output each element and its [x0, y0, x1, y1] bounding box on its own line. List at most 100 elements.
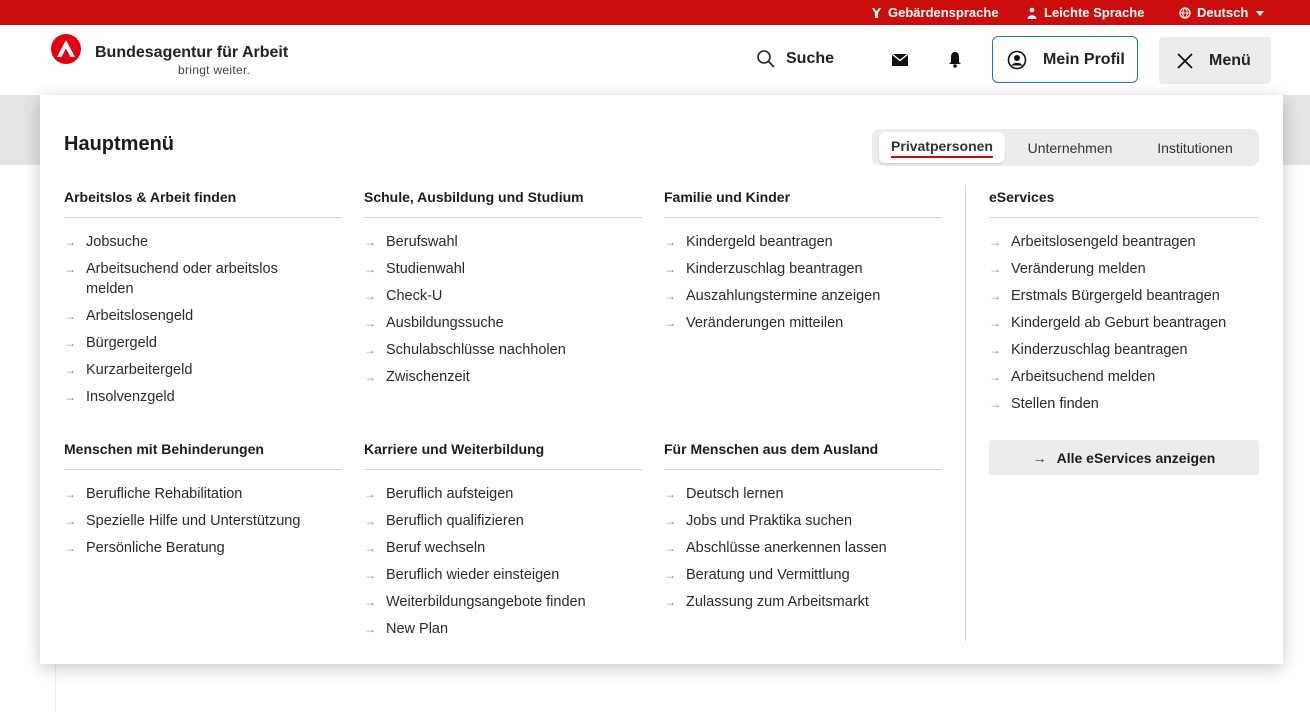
- main-menu-panel: Hauptmenü Privatpersonen Unternehmen Ins…: [40, 95, 1283, 664]
- menu-link[interactable]: → Jobs und Praktika suchen: [664, 511, 942, 531]
- arrow-right-icon: →: [364, 595, 376, 609]
- arrow-right-icon: →: [364, 514, 376, 528]
- all-eservices-button[interactable]: → Alle eServices anzeigen: [989, 440, 1259, 475]
- arrow-right-icon: →: [989, 235, 1001, 249]
- menu-link[interactable]: → Arbeitslosengeld: [64, 306, 342, 326]
- sign-language-link[interactable]: Gebärdensprache: [870, 4, 999, 21]
- eservice-link[interactable]: → Veränderung melden: [989, 259, 1259, 279]
- eservice-link[interactable]: → Stellen finden: [989, 394, 1259, 414]
- close-icon: [1177, 52, 1193, 69]
- arrow-right-icon: →: [664, 541, 676, 555]
- menu-link[interactable]: → Beruflich aufsteigen: [364, 484, 642, 504]
- arrow-right-icon: →: [664, 487, 676, 501]
- eservice-link[interactable]: → Arbeitsuchend melden: [989, 367, 1259, 387]
- column-heading: eServices: [989, 189, 1259, 218]
- arrow-right-icon: →: [664, 514, 676, 528]
- menu-link[interactable]: → Arbeitsuchend oder arbeitslos melden: [64, 259, 342, 299]
- arrow-right-icon: →: [664, 595, 676, 609]
- menu-link[interactable]: → Auszahlungstermine anzeigen: [664, 286, 942, 306]
- menu-column: Familie und Kinder → Kindergeld beantrage…: [664, 189, 942, 340]
- sign-language-label: Gebärdensprache: [888, 5, 999, 20]
- eservice-link[interactable]: → Kindergeld ab Geburt beantragen: [989, 313, 1259, 333]
- menu-link[interactable]: → Studienwahl: [364, 259, 642, 279]
- menu-link[interactable]: → Zwischenzeit: [364, 367, 642, 387]
- profile-button[interactable]: Mein Profil: [992, 36, 1138, 83]
- menu-link[interactable]: → Jobsuche: [64, 232, 342, 252]
- search-button[interactable]: Suche: [756, 45, 834, 73]
- menu-link[interactable]: → Check-U: [364, 286, 642, 306]
- search-label: Suche: [786, 50, 835, 67]
- hand-sign-icon: [872, 7, 881, 18]
- arrow-right-icon: →: [664, 262, 676, 276]
- search-icon: [757, 50, 775, 68]
- tab-privatpersonen[interactable]: Privatpersonen: [879, 132, 1005, 163]
- menu-button[interactable]: Menü: [1159, 37, 1271, 84]
- menu-link[interactable]: → Beruf wechseln: [364, 538, 642, 558]
- menu-link[interactable]: → New Plan: [364, 619, 642, 639]
- menu-link[interactable]: → Berufswahl: [364, 232, 642, 252]
- language-select[interactable]: Deutsch: [1179, 4, 1266, 21]
- eservice-link[interactable]: → Erstmals Bürgergeld beantragen: [989, 286, 1259, 306]
- menu-link[interactable]: → Beruflich wieder einsteigen: [364, 565, 642, 585]
- person-icon: [1027, 7, 1037, 19]
- arrow-right-icon: →: [989, 316, 1001, 330]
- menu-link[interactable]: → Ausbildungssuche: [364, 313, 642, 333]
- menu-link[interactable]: → Zulassung zum Arbeitsmarkt: [664, 592, 942, 612]
- logo-icon[interactable]: [51, 34, 81, 64]
- menu-column: Schule, Ausbildung und Studium → Berufswa…: [364, 189, 642, 394]
- profile-label: Mein Profil: [1043, 50, 1125, 68]
- arrow-right-icon: →: [989, 262, 1001, 276]
- eservice-link[interactable]: → Arbeitslosengeld beantragen: [989, 232, 1259, 252]
- column-heading: Arbeitslos & Arbeit finden: [64, 189, 342, 218]
- arrow-right-icon: →: [364, 622, 376, 636]
- menu-column: Menschen mit Behinderungen → Berufliche R…: [64, 441, 342, 565]
- menu-title: Hauptmenü: [64, 133, 174, 155]
- arrow-right-icon: →: [364, 235, 376, 249]
- eservice-link[interactable]: → Kinderzuschlag beantragen: [989, 340, 1259, 360]
- arrow-right-icon: →: [364, 316, 376, 330]
- menu-label: Menü: [1209, 51, 1251, 69]
- arrow-right-icon: →: [364, 568, 376, 582]
- top-bar: Gebärdensprache Leichte Sprache Deutsch: [0, 0, 1310, 25]
- arrow-right-icon: →: [364, 541, 376, 555]
- menu-link[interactable]: → Kurzarbeitergeld: [64, 360, 342, 380]
- menu-link[interactable]: → Insolvenzgeld: [64, 387, 342, 407]
- menu-link[interactable]: → Kinderzuschlag beantragen: [664, 259, 942, 279]
- menu-link[interactable]: → Veränderungen mitteilen: [664, 313, 942, 333]
- menu-link[interactable]: → Beratung und Vermittlung: [664, 565, 942, 585]
- menu-link[interactable]: → Beruflich qualifizieren: [364, 511, 642, 531]
- brand-name[interactable]: Bundesagentur für Arbeit: [95, 44, 288, 62]
- arrow-right-icon: →: [664, 289, 676, 303]
- arrow-right-icon: →: [989, 370, 1001, 384]
- easy-language-link[interactable]: Leichte Sprache: [1026, 4, 1144, 21]
- arrow-right-icon: →: [364, 343, 376, 357]
- menu-link[interactable]: → Berufliche Rehabilitation: [64, 484, 342, 504]
- menu-link[interactable]: → Schulabschlüsse nachholen: [364, 340, 642, 360]
- arrow-right-icon: →: [64, 363, 76, 377]
- column-heading: Familie und Kinder: [664, 189, 942, 218]
- user-circle-icon: [1007, 50, 1027, 69]
- menu-link[interactable]: → Bürgergeld: [64, 333, 342, 353]
- all-eservices-label: Alle eServices anzeigen: [1056, 449, 1216, 466]
- audience-tabs: Privatpersonen Unternehmen Institutionen: [872, 129, 1259, 166]
- chevron-down-icon: [1256, 10, 1265, 16]
- arrow-right-icon: →: [364, 487, 376, 501]
- arrow-right-icon: →: [364, 370, 376, 384]
- menu-link[interactable]: → Persönliche Beratung: [64, 538, 342, 558]
- arrow-right-icon: →: [64, 487, 76, 501]
- easy-language-label: Leichte Sprache: [1044, 5, 1145, 20]
- menu-link[interactable]: → Abschlüsse anerkennen lassen: [664, 538, 942, 558]
- bell-icon[interactable]: [948, 51, 962, 68]
- tab-institutionen[interactable]: Institutionen: [1136, 132, 1254, 163]
- arrow-right-icon: →: [64, 235, 76, 249]
- mail-icon[interactable]: [892, 54, 908, 66]
- arrow-right-icon: →: [64, 336, 76, 350]
- menu-link[interactable]: → Deutsch lernen: [664, 484, 942, 504]
- menu-link[interactable]: → Weiterbildungsangebote finden: [364, 592, 642, 612]
- menu-link[interactable]: → Spezielle Hilfe und Unterstützung: [64, 511, 342, 531]
- arrow-right-icon: →: [989, 289, 1001, 303]
- arrow-right-icon: →: [64, 514, 76, 528]
- menu-link[interactable]: → Kindergeld beantragen: [664, 232, 942, 252]
- menu-column: Für Menschen aus dem Ausland → Deutsch le…: [664, 441, 942, 619]
- tab-unternehmen[interactable]: Unternehmen: [1010, 132, 1130, 163]
